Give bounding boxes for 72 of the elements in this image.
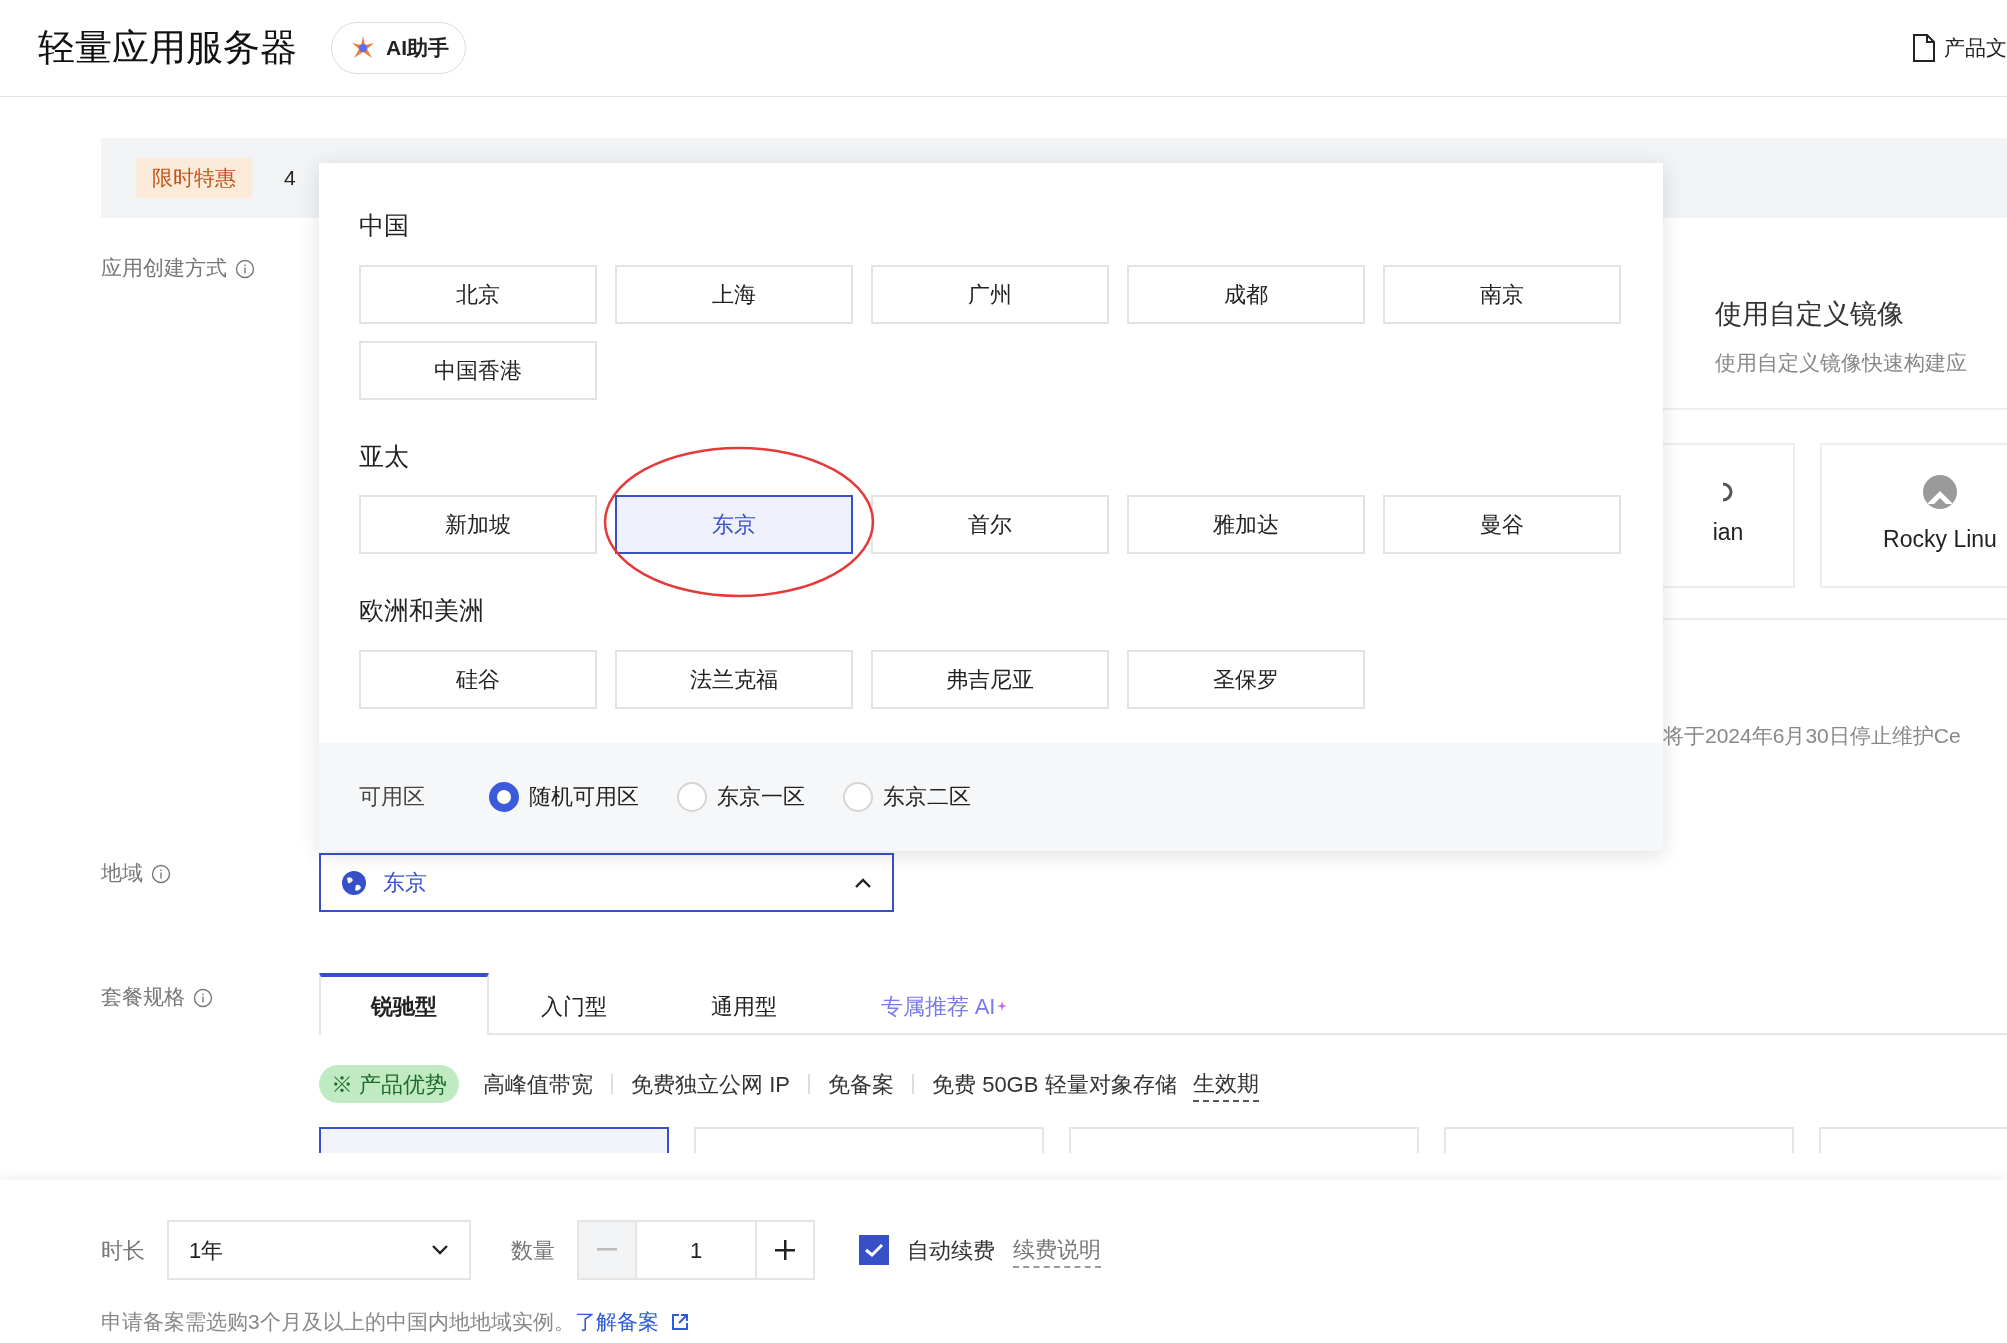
os-logo-icon [1721, 481, 1735, 504]
chevron-down-icon [431, 1244, 449, 1256]
notice-text: 将于2024年6月30日停止维护Ce [1663, 723, 1962, 749]
zone-label: 可用区 [359, 783, 425, 811]
field-label: 数量 [511, 1236, 555, 1265]
region-option[interactable]: 曼谷 [1383, 495, 1621, 554]
region-option[interactable]: 中国香港 [359, 340, 597, 400]
region-option[interactable]: 法兰克福 [615, 649, 853, 709]
sparkle-icon [997, 1001, 1008, 1011]
info-icon [235, 258, 255, 279]
region-group-title: 中国 [359, 210, 410, 241]
plan-card[interactable] [319, 1127, 669, 1153]
zone-option-label: 东京一区 [717, 783, 805, 811]
docs-link[interactable]: 产品文 [1944, 32, 2007, 64]
quantity-input[interactable]: 1 [637, 1220, 755, 1280]
region-option[interactable]: 南京 [1383, 264, 1621, 324]
auto-renew-label: 自动续费 [907, 1236, 995, 1265]
custom-image-title[interactable]: 使用自定义镜像 [1715, 294, 2007, 335]
auto-renew-checkbox[interactable] [859, 1235, 889, 1265]
region-select[interactable]: 东京 [319, 853, 894, 912]
validity-link[interactable]: 生效期 [1192, 1066, 1259, 1102]
region-option[interactable]: 成都 [1127, 264, 1365, 324]
mountain-logo-icon [1922, 474, 1958, 511]
region-option[interactable]: 圣保罗 [1127, 649, 1365, 709]
zone-option-label: 随机可用区 [529, 783, 639, 811]
region-option[interactable]: 硅谷 [359, 649, 597, 709]
region-option[interactable]: 雅加达 [1127, 495, 1365, 554]
region-option[interactable]: 上海 [615, 264, 853, 324]
check-icon [864, 1242, 884, 1258]
plus-icon [775, 1240, 795, 1260]
zone-radio[interactable] [489, 781, 519, 812]
region-group-title: 亚太 [359, 440, 410, 472]
field-label: 地域 [101, 860, 143, 886]
info-icon [193, 987, 213, 1008]
increment-button[interactable] [755, 1220, 815, 1280]
external-link-icon [670, 1312, 689, 1331]
region-option[interactable]: 北京 [359, 264, 597, 324]
region-option[interactable]: 弗吉尼亚 [871, 649, 1109, 709]
decrement-button[interactable] [577, 1220, 637, 1280]
renew-info-link[interactable]: 续费说明 [1013, 1232, 1101, 1268]
filing-link[interactable]: 了解备案 [574, 1306, 659, 1338]
plan-tab[interactable]: 专属推荐 AI [829, 973, 1059, 1035]
field-label: 应用创建方式 [101, 255, 227, 281]
advantage-badge: ※ 产品优势 [319, 1065, 460, 1103]
custom-image-subtitle: 使用自定义镜像快速构建应 [1715, 349, 1968, 376]
minus-icon [597, 1248, 617, 1252]
image-name: Rocky Linu [1883, 525, 1997, 555]
feature-text: 高峰值带宽 [483, 1070, 594, 1099]
field-label: 时长 [101, 1236, 145, 1265]
region-option[interactable]: 广州 [871, 264, 1109, 324]
plan-tab[interactable]: 入门型 [489, 973, 659, 1035]
plan-tab[interactable]: 通用型 [659, 973, 829, 1035]
filing-note: 申请备案需选购3个月及以上的中国内地地域实例。 [101, 1309, 575, 1335]
region-option[interactable]: 东京 [615, 495, 853, 554]
feature-text: 免费独立公网 IP [631, 1070, 791, 1099]
page-title: 轻量应用服务器 [38, 26, 297, 71]
document-icon [1912, 34, 1936, 62]
feature-text: 免备案 [828, 1070, 895, 1099]
info-icon [151, 863, 171, 884]
duration-select[interactable]: 1年 [167, 1220, 471, 1280]
region-option[interactable]: 首尔 [871, 495, 1109, 554]
region-option[interactable]: 新加坡 [359, 495, 597, 554]
region-group-title: 欧洲和美洲 [359, 595, 485, 626]
plan-tab[interactable]: 锐驰型 [319, 973, 489, 1035]
image-name: ian [1712, 518, 1744, 548]
globe-icon [341, 869, 367, 896]
feature-text: 免费 50GB 轻量对象存储 [932, 1070, 1177, 1099]
image-card[interactable]: Rocky Linu [1820, 443, 2007, 588]
zone-option-label: 东京二区 [883, 783, 971, 811]
promo-badge: 限时特惠 [136, 158, 252, 198]
promo-text: 4 [284, 165, 296, 192]
field-label: 套餐规格 [101, 984, 185, 1010]
